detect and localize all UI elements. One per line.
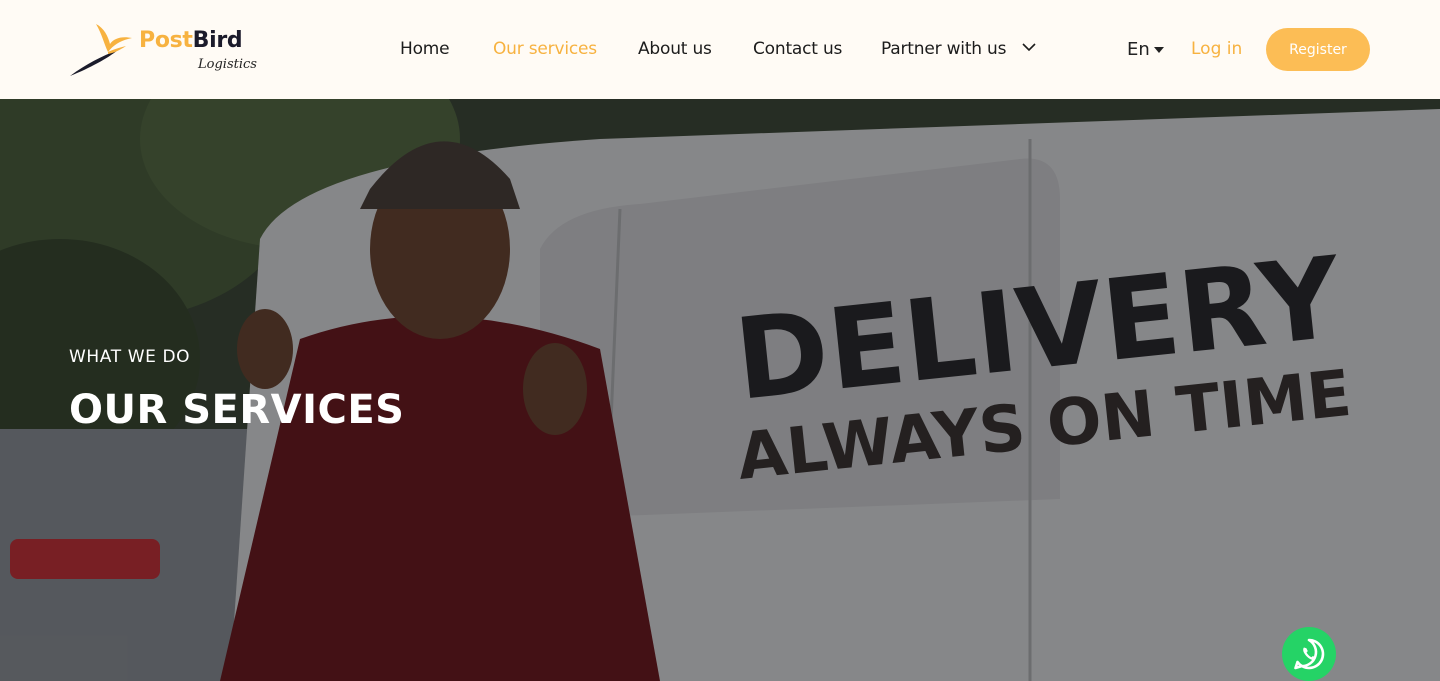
hero-kicker: WHAT WE DO — [69, 347, 191, 367]
nav-contact-us[interactable]: Contact us — [753, 39, 842, 59]
login-link[interactable]: Log in — [1191, 39, 1242, 59]
page-title: OUR SERVICES — [69, 387, 405, 433]
site-header: PostBird Logistics Home Our services Abo… — [0, 0, 1440, 99]
nav-partner-with-us[interactable]: Partner with us — [881, 39, 1036, 59]
brand-tagline: Logistics — [198, 57, 257, 72]
whatsapp-icon — [1294, 638, 1325, 670]
chevron-down-icon — [1021, 43, 1036, 52]
nav-our-services[interactable]: Our services — [493, 39, 597, 59]
language-label: En — [1127, 39, 1150, 60]
nav-home[interactable]: Home — [400, 39, 450, 59]
language-selector[interactable]: En — [1127, 39, 1164, 60]
nav-partner-label: Partner with us — [881, 39, 1007, 59]
nav-about-us[interactable]: About us — [638, 39, 712, 59]
bird-logo-icon — [70, 24, 132, 76]
register-button[interactable]: Register — [1266, 28, 1370, 71]
brand-name-post: Post — [139, 28, 193, 53]
brand-logo[interactable]: PostBird Logistics — [68, 20, 268, 80]
caret-down-icon — [1153, 47, 1164, 53]
hero-banner: DELIVERY ALWAYS ON TIME WHAT WE DO OUR S… — [0, 99, 1440, 681]
whatsapp-button[interactable] — [1282, 627, 1336, 681]
brand-name-bird: Bird — [192, 28, 243, 53]
